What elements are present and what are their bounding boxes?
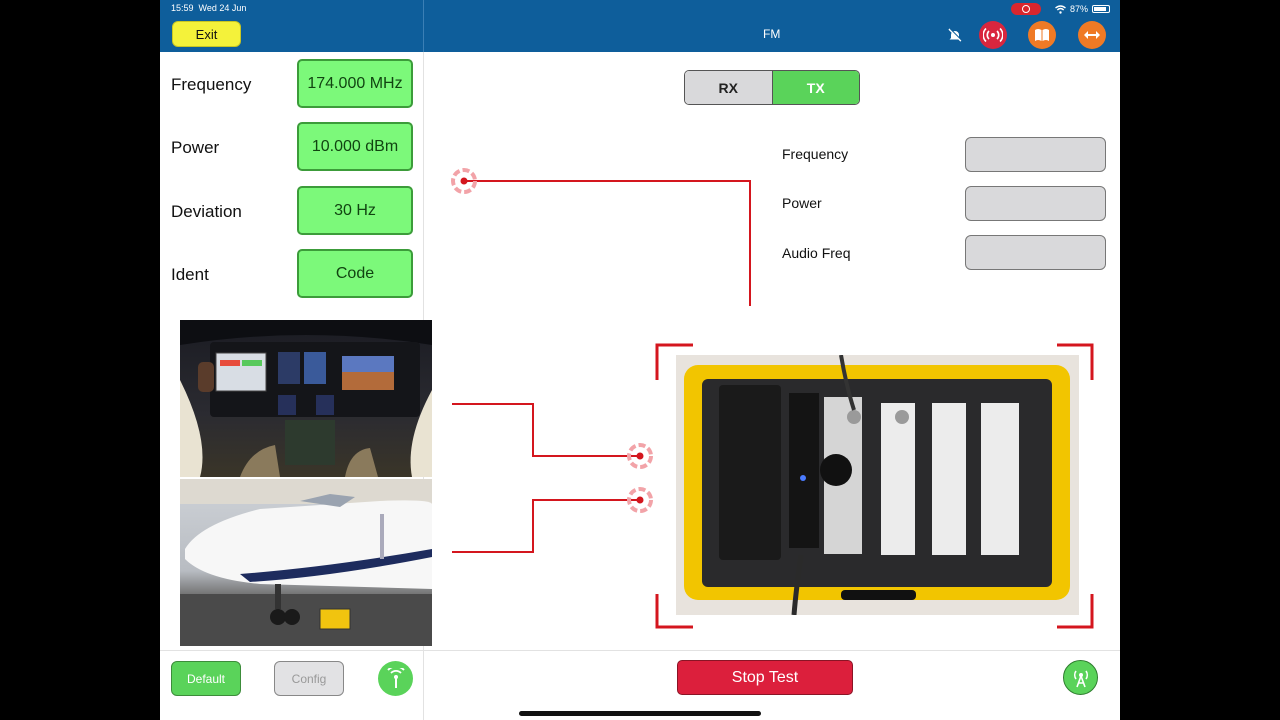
param-label-deviation: Deviation [171,202,242,221]
mode-segmented-control: RX TX [684,70,860,105]
top-bar-divider [423,0,424,52]
page-title: FM [763,27,781,41]
target-icon [627,487,653,513]
measured-audio-freq-field [965,235,1106,270]
wifi-icon [1055,4,1066,14]
broadcast-tower-icon[interactable] [1063,660,1098,695]
param-label-power: Power [171,138,220,157]
target-icon [451,168,477,194]
rx-segment[interactable]: RX [685,71,773,104]
cockpit-photo [180,320,432,477]
frequency-value-box[interactable]: 174.000 MHz [297,59,413,108]
stop-test-button[interactable]: Stop Test [677,660,853,695]
config-button[interactable]: Config [274,661,344,696]
measurement-label-audio-freq: Audio Freq [782,245,851,261]
book-icon[interactable] [1028,21,1056,49]
status-time-text: 15:59 [171,3,194,13]
power-value-box[interactable]: 10.000 dBm [297,122,413,171]
mute-icon[interactable] [941,21,969,49]
parameter-panel: Frequency 174.000 MHz Power 10.000 dBm D… [160,52,423,310]
measurement-label-frequency: Frequency [782,146,849,162]
ident-value-box[interactable]: Code [297,249,413,298]
bottom-divider [160,650,1120,651]
default-button[interactable]: Default [171,661,241,696]
app-screen: 15:59 Wed 24 Jun 87% Exit FM Frequency 1… [160,0,1120,720]
antenna-icon[interactable] [378,661,413,696]
test-set-case-photo [676,355,1079,615]
battery-percent: 87% [1069,4,1088,14]
measured-power-field [965,186,1106,221]
param-label-frequency: Frequency [171,75,252,94]
status-time: 15:59 Wed 24 Jun [171,3,246,13]
tx-segment[interactable]: TX [772,71,859,104]
home-indicator[interactable] [519,711,761,716]
aircraft-photo [180,479,432,646]
param-label-ident: Ident [171,265,209,284]
screen-recording-icon [1010,3,1041,15]
resize-icon[interactable] [1078,21,1106,49]
status-right: 87% [1010,3,1110,15]
measured-frequency-field [965,137,1106,172]
broadcast-icon[interactable] [979,21,1007,49]
deviation-value-box[interactable]: 30 Hz [297,186,413,235]
battery-icon [1092,5,1110,13]
status-date-text: Wed 24 Jun [198,3,247,13]
measurement-label-power: Power [782,195,822,211]
exit-button[interactable]: Exit [172,21,241,47]
top-bar: 15:59 Wed 24 Jun 87% Exit FM [160,0,1120,52]
target-icon [627,443,653,469]
